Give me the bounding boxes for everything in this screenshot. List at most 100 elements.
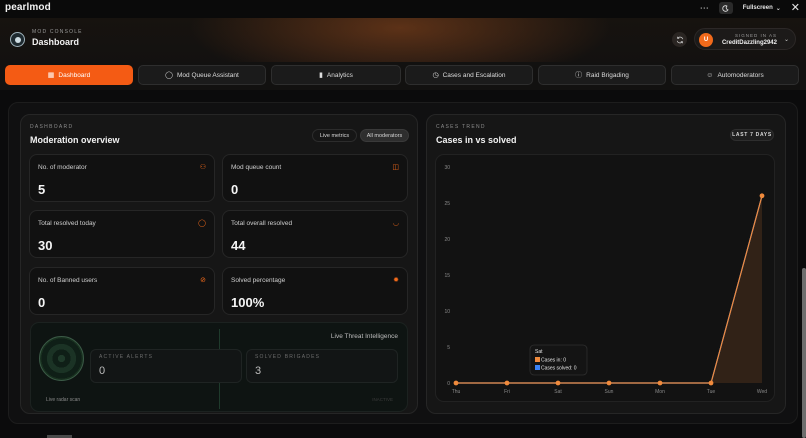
y-tick-label: 0 <box>447 381 450 387</box>
user-icon: ☺ <box>706 71 714 79</box>
tooltip-swatch-cases-solved <box>535 365 540 370</box>
app-logo-icon <box>10 32 25 47</box>
tooltip-line-cases-in: Cases in: 0 <box>541 358 566 364</box>
stat-value: 0 <box>38 295 46 310</box>
tab-label: Mod Queue Assistant <box>177 71 239 79</box>
x-tick-label: Tue <box>707 389 716 395</box>
x-tick-label: Mon <box>655 389 665 395</box>
moon-icon[interactable] <box>718 2 733 14</box>
tab-raid-brigading[interactable]: ⓘ Raid Brigading <box>538 65 666 85</box>
signed-in-label: SIGNED IN AS <box>734 33 777 38</box>
stat-label: No. of moderator <box>38 164 87 171</box>
clock-icon: ◷ <box>432 72 439 79</box>
tab-analytics[interactable]: ▮ Analytics <box>271 65 401 85</box>
tab-label: Cases and Escalation <box>442 71 506 79</box>
trend-chart-svg: 0 5 10 15 20 25 30 Thu Fri Sat Sun Mon Tue Wed Sat Case… <box>444 165 767 395</box>
chevron-down-icon: ⌄ <box>783 37 789 43</box>
window-controls: ⋯ Fullscreen ⌄ ✕ <box>700 2 800 14</box>
live-metrics-chip[interactable]: Live metrics <box>312 129 357 142</box>
active-alerts-label: ACTIVE ALERTS <box>99 354 154 360</box>
tooltip-swatch-cases-in <box>535 357 540 362</box>
tooltip-title: Sat <box>535 349 543 355</box>
stat-value: 30 <box>38 238 53 253</box>
solved-brigades-value: 3 <box>255 365 262 377</box>
range-selector[interactable]: LAST 7 DAYS <box>730 129 774 141</box>
stat-card-resolved-today: Total resolved today 30 ◯ <box>29 210 215 258</box>
stat-label: Solved percentage <box>231 277 286 284</box>
y-tick-label: 30 <box>444 165 450 171</box>
x-tick-label: Wed <box>757 389 767 395</box>
stat-label: Mod queue count <box>231 164 282 171</box>
data-point <box>657 380 663 386</box>
bar-chart-icon: ▮ <box>319 72 323 79</box>
chevron-down-icon: ⌄ <box>775 5 781 12</box>
ban-icon: ⊘ <box>200 277 206 284</box>
fullscreen-label: Fullscreen <box>742 5 773 11</box>
data-point <box>759 193 765 199</box>
active-alerts-value: 0 <box>99 365 106 377</box>
fullscreen-toggle[interactable]: Fullscreen ⌄ <box>743 5 781 12</box>
series-line-cases-solved <box>456 195 763 384</box>
y-tick-label: 25 <box>444 201 450 207</box>
y-tick-label: 15 <box>444 273 450 279</box>
stat-value: 0 <box>231 182 239 197</box>
inbox-icon: ◫ <box>392 164 399 171</box>
panel-title: Moderation overview <box>30 135 120 145</box>
radar-label: Live radar scan <box>46 397 81 403</box>
ellipsis-icon[interactable]: ⋯ <box>700 3 709 13</box>
stat-label: No. of Banned users <box>38 277 98 284</box>
shield-icon: ◯ <box>198 220 206 227</box>
avatar: U <box>699 33 713 47</box>
data-point <box>453 380 459 386</box>
series-line-cases-in <box>456 195 763 384</box>
scrollbar[interactable] <box>802 268 806 438</box>
panel-kicker: DASHBOARD <box>30 124 74 130</box>
sparkle-icon: ✹ <box>393 277 399 284</box>
tab-dashboard[interactable]: ▦ Dashboard <box>5 65 133 85</box>
refresh-icon[interactable] <box>672 32 687 47</box>
stat-card-moderators: No. of moderator 5 ⚇ <box>29 154 215 202</box>
page-header: MOD CONSOLE Dashboard U SIGNED IN AS Cre… <box>0 18 806 62</box>
panel-kicker: CASES TREND <box>436 124 486 130</box>
data-point <box>606 380 612 386</box>
status-text: INACTIVE <box>372 397 393 402</box>
close-icon[interactable]: ✕ <box>791 2 800 14</box>
active-alerts-box: ACTIVE ALERTS 0 <box>90 349 242 383</box>
stat-card-overall-resolved: Total overall resolved 44 ◡ <box>222 210 408 258</box>
all-moderators-chip[interactable]: All moderators <box>360 129 409 142</box>
y-tick-label: 20 <box>444 237 450 243</box>
data-point <box>708 380 714 386</box>
page-title: Dashboard <box>32 37 80 47</box>
user-menu[interactable]: U SIGNED IN AS CreditDazzling2942 ⌄ <box>694 28 796 50</box>
data-point <box>555 380 561 386</box>
data-point <box>504 380 510 386</box>
tab-label: Raid Brigading <box>586 71 629 79</box>
tab-automoderators[interactable]: ☺ Automoderators <box>671 65 799 85</box>
username: CreditDazzling2942 <box>721 40 777 46</box>
stat-card-banned-users: No. of Banned users 0 ⊘ <box>29 267 215 315</box>
app-brand: pearlmod <box>5 2 51 13</box>
tab-cases-and-escalation[interactable]: ◷ Cases and Escalation <box>405 65 533 85</box>
tooltip-line-cases-solved: Cases solved: 0 <box>541 366 577 372</box>
x-tick-label: Thu <box>452 389 461 395</box>
stat-label: Total overall resolved <box>231 220 293 227</box>
tab-label: Analytics <box>326 71 353 79</box>
panel-title: Cases in vs solved <box>436 135 517 145</box>
main-nav: ▦ Dashboard ◯ Mod Queue Assistant ▮ Anal… <box>0 62 806 90</box>
alert-circle-icon: ⓘ <box>575 72 583 79</box>
threat-title: Live Threat Intelligence <box>330 333 398 340</box>
stat-label: Total resolved today <box>38 220 96 227</box>
y-tick-label: 10 <box>444 309 450 315</box>
x-tick-label: Sat <box>554 389 562 395</box>
stat-value: 44 <box>231 238 246 253</box>
series-area <box>456 195 762 383</box>
stat-card-solved-percentage: Solved percentage 100% ✹ <box>222 267 408 315</box>
tab-label: Automoderators <box>717 71 764 79</box>
tab-label: Dashboard <box>58 71 91 79</box>
x-tick-label: Fri <box>504 389 510 395</box>
window-titlebar: pearlmod ⋯ Fullscreen ⌄ ✕ <box>0 0 806 18</box>
trend-chart: 0 5 10 15 20 25 30 Thu Fri Sat Sun Mon Tue Wed Sat Case… <box>435 154 775 402</box>
shield-check-icon: ◯ <box>165 72 174 79</box>
header-kicker: MOD CONSOLE <box>32 29 83 35</box>
tab-mod-queue-assistant[interactable]: ◯ Mod Queue Assistant <box>138 65 266 85</box>
